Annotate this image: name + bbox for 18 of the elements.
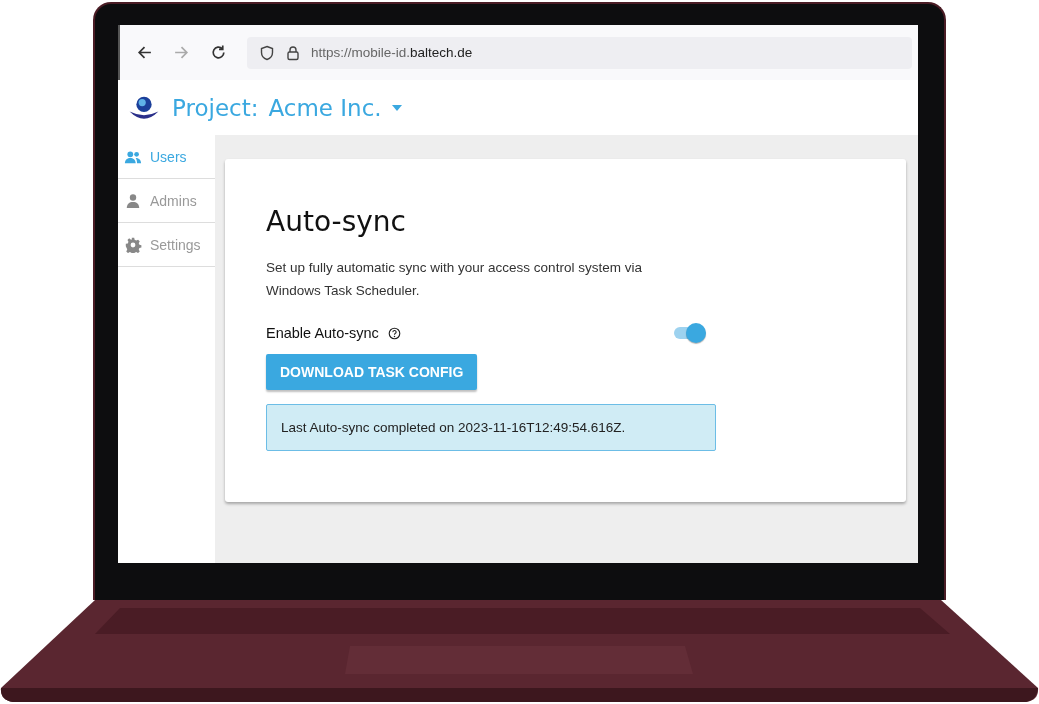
settings-icon xyxy=(124,236,142,253)
card-title: Auto-sync xyxy=(266,205,407,238)
reload-icon[interactable] xyxy=(210,44,227,61)
person-icon xyxy=(124,192,142,209)
project-label: Project: xyxy=(172,94,259,121)
back-arrow-icon[interactable] xyxy=(136,44,153,61)
description-text: Set up fully automatic sync with your access control system via Windows Task Scheduler. xyxy=(266,259,643,300)
lock-icon xyxy=(285,44,301,61)
shield-icon xyxy=(259,44,275,61)
help-icon[interactable] xyxy=(387,326,401,340)
download-button[interactable]: DOWNLOAD TASK CONFIG xyxy=(266,354,478,390)
toggle-label: Enable Auto-sync xyxy=(266,325,379,341)
url-text: https://mobile-id.baltech.de xyxy=(311,45,473,60)
project-dropdown[interactable]: Acme Inc. xyxy=(268,94,402,121)
users-icon xyxy=(124,148,142,165)
status-message: Last Auto-sync completed on 2023-11-16T12:49:54.616Z. xyxy=(266,404,716,451)
address-bar[interactable]: https://mobile-id.baltech.de xyxy=(247,36,912,69)
caret-icon xyxy=(391,104,402,111)
